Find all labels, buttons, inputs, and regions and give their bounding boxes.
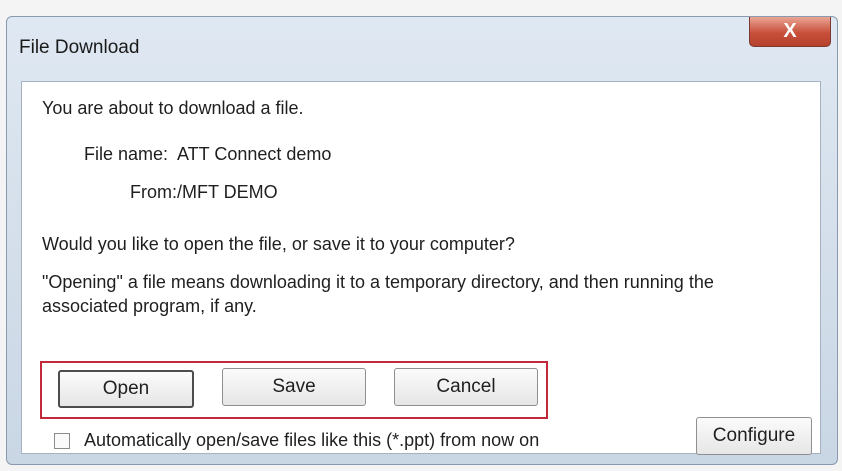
intro-text: You are about to download a file. bbox=[42, 98, 304, 118]
question-text: Would you like to open the file, or save… bbox=[42, 234, 515, 254]
explanation-line-1: "Opening" a file means downloading it to… bbox=[42, 272, 714, 292]
cancel-button[interactable]: Cancel bbox=[394, 368, 538, 406]
file-name-label: File name: bbox=[84, 144, 169, 164]
auto-open-save-label[interactable]: Automatically open/save files like this … bbox=[84, 430, 539, 451]
from-label: From: bbox=[130, 182, 177, 202]
from-value: /MFT DEMO bbox=[177, 182, 278, 202]
configure-button[interactable]: Configure bbox=[696, 417, 812, 455]
auto-open-save-checkbox[interactable] bbox=[54, 433, 70, 449]
dialog-title: File Download bbox=[19, 37, 140, 58]
open-button[interactable]: Open bbox=[58, 370, 194, 408]
explanation-line-2: associated program, if any. bbox=[42, 296, 257, 316]
file-name-value: ATT Connect demo bbox=[177, 144, 332, 164]
save-button[interactable]: Save bbox=[222, 368, 366, 406]
close-button[interactable]: X bbox=[749, 17, 831, 47]
file-download-dialog: File Download X You are about to downloa… bbox=[6, 16, 838, 465]
action-button-group: Open Save Cancel bbox=[40, 361, 548, 419]
close-icon: X bbox=[783, 20, 797, 42]
dialog-content: You are about to download a file. File n… bbox=[21, 81, 821, 455]
